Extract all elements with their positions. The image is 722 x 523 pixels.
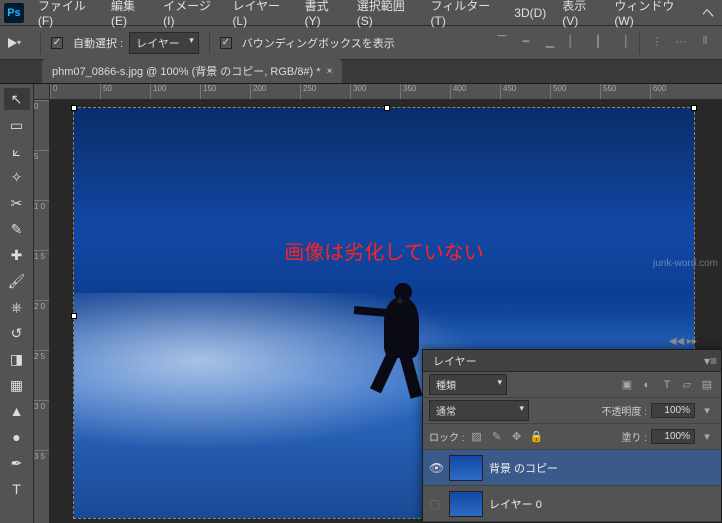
auto-select-label: 自動選択 : bbox=[73, 35, 123, 51]
menu-view[interactable]: 表示(V) bbox=[554, 0, 606, 28]
show-bbox-label: バウンディングボックスを表示 bbox=[242, 35, 395, 51]
menu-image[interactable]: イメージ(I) bbox=[155, 0, 224, 28]
healing-tool[interactable]: ✚ bbox=[4, 244, 30, 266]
menu-select[interactable]: 選択範囲(S) bbox=[349, 0, 423, 28]
menu-bar: Ps ファイル(F) 編集(E) イメージ(I) レイヤー(L) 書式(Y) 選… bbox=[0, 0, 722, 26]
layers-panel-title: レイヤー bbox=[433, 353, 477, 369]
opacity-dropdown-icon[interactable]: ▾ bbox=[699, 403, 715, 419]
menu-layer[interactable]: レイヤー(L) bbox=[224, 0, 296, 28]
type-tool[interactable]: T bbox=[4, 478, 30, 500]
canvas-area: 050100150200250300350400450500550600 051… bbox=[34, 84, 722, 523]
filter-pixel-icon[interactable]: ▣ bbox=[619, 377, 635, 393]
layer-kind-dropdown[interactable]: 種類 bbox=[429, 374, 507, 395]
blur-tool[interactable]: ▲ bbox=[4, 400, 30, 422]
document-tab[interactable]: phm07_0866-s.jpg @ 100% (背景 のコピー, RGB/8#… bbox=[42, 59, 342, 83]
layers-filter-row: 種類 ▣ ◐ T ▱ ▤ bbox=[423, 372, 721, 398]
filter-smart-icon[interactable]: ▤ bbox=[699, 377, 715, 393]
visibility-icon[interactable]: 👁 bbox=[429, 461, 443, 475]
watermark: junk-word.com bbox=[653, 258, 718, 269]
dodge-tool[interactable]: ● bbox=[4, 426, 30, 448]
magic-wand-tool[interactable]: ✧ bbox=[4, 166, 30, 188]
align-top-icon[interactable]: ▔ bbox=[491, 32, 513, 52]
show-bbox-checkbox[interactable] bbox=[220, 37, 232, 49]
ruler-vertical[interactable]: 051 01 52 02 53 03 5 bbox=[34, 100, 50, 523]
move-tool[interactable]: ↖ bbox=[4, 88, 30, 110]
opacity-field[interactable]: 100% bbox=[651, 403, 695, 418]
align-left-icon[interactable]: ▏ bbox=[563, 32, 585, 52]
transform-handle-l[interactable] bbox=[71, 313, 77, 319]
overlay-text: 画像は劣化していない bbox=[284, 236, 483, 265]
layers-panel-tab[interactable]: レイヤー ▾≡ bbox=[423, 350, 721, 372]
eyedropper-tool[interactable]: ✎ bbox=[4, 218, 30, 240]
document-tab-bar: phm07_0866-s.jpg @ 100% (背景 のコピー, RGB/8#… bbox=[0, 60, 722, 84]
align-right-icon[interactable]: ▕ bbox=[611, 32, 633, 52]
main-area: ↖ ▭ ⟀ ✧ ✂ ✎ ✚ 🖌 ⎈ ↺ ◨ ▦ ▲ ● ✒ T 05010015… bbox=[0, 84, 722, 523]
layer-name[interactable]: 背景 のコピー bbox=[489, 460, 558, 476]
filter-shape-icon[interactable]: ▱ bbox=[679, 377, 695, 393]
history-brush-tool[interactable]: ↺ bbox=[4, 322, 30, 344]
close-tab-icon[interactable]: × bbox=[327, 66, 333, 77]
layer-thumbnail[interactable] bbox=[449, 491, 483, 517]
pen-tool[interactable]: ✒ bbox=[4, 452, 30, 474]
fill-label: 塗り : bbox=[621, 429, 647, 444]
marquee-tool[interactable]: ▭ bbox=[4, 114, 30, 136]
layers-blend-row: 通常 不透明度 : 100% ▾ bbox=[423, 398, 721, 424]
transform-handle-t[interactable] bbox=[384, 105, 390, 111]
ruler-horizontal[interactable]: 050100150200250300350400450500550600 bbox=[50, 84, 722, 100]
filter-type-icon[interactable]: T bbox=[659, 377, 675, 393]
align-bottom-icon[interactable]: ▁ bbox=[539, 32, 561, 52]
lasso-tool[interactable]: ⟀ bbox=[4, 140, 30, 162]
auto-select-target[interactable]: レイヤー bbox=[129, 32, 199, 54]
lock-image-icon[interactable]: ✎ bbox=[489, 429, 505, 445]
lock-position-icon[interactable]: ✥ bbox=[509, 429, 525, 445]
lock-label: ロック : bbox=[429, 429, 465, 444]
distribute-h-icon[interactable]: ⋮ bbox=[646, 32, 668, 52]
layer-name[interactable]: レイヤー 0 bbox=[489, 496, 542, 512]
menu-edit[interactable]: 編集(E) bbox=[103, 0, 155, 28]
align-vcenter-icon[interactable]: ━ bbox=[515, 32, 537, 52]
stamp-tool[interactable]: ⎈ bbox=[4, 296, 30, 318]
layer-row[interactable]: ▢ レイヤー 0 bbox=[423, 486, 721, 522]
menu-3d[interactable]: 3D(D) bbox=[506, 6, 554, 20]
gradient-tool[interactable]: ▦ bbox=[4, 374, 30, 396]
panel-collapse-icon[interactable]: ◀◀ ▸▸ bbox=[669, 336, 697, 347]
fill-dropdown-icon[interactable]: ▾ bbox=[699, 429, 715, 445]
layer-row[interactable]: 👁 背景 のコピー bbox=[423, 450, 721, 486]
menu-help[interactable]: ヘ bbox=[694, 4, 722, 21]
menu-filter[interactable]: フィルター(T) bbox=[423, 0, 507, 28]
opacity-label: 不透明度 : bbox=[601, 403, 647, 418]
crop-tool[interactable]: ✂ bbox=[4, 192, 30, 214]
distribute-v-icon[interactable]: ⋯ bbox=[670, 32, 692, 52]
active-tool-icon[interactable]: ▾ bbox=[8, 33, 30, 53]
lock-all-icon[interactable]: 🔒 bbox=[529, 429, 545, 445]
filter-adjust-icon[interactable]: ◐ bbox=[639, 377, 655, 393]
eraser-tool[interactable]: ◨ bbox=[4, 348, 30, 370]
align-group: ▔ ━ ▁ ▏ ┃ ▕ ⋮ ⋯ ⫴ bbox=[491, 32, 716, 54]
blend-mode-dropdown[interactable]: 通常 bbox=[429, 400, 529, 421]
options-bar: ▾ 自動選択 : レイヤー バウンディングボックスを表示 ▔ ━ ▁ ▏ ┃ ▕… bbox=[0, 26, 722, 60]
ruler-corner bbox=[34, 84, 50, 100]
menu-type[interactable]: 書式(Y) bbox=[297, 0, 349, 28]
align-hcenter-icon[interactable]: ┃ bbox=[587, 32, 609, 52]
menu-file[interactable]: ファイル(F) bbox=[30, 0, 103, 28]
menu-window[interactable]: ウィンドウ(W) bbox=[606, 0, 694, 28]
distribute-3-icon[interactable]: ⫴ bbox=[694, 32, 716, 52]
layers-lock-row: ロック : ▨ ✎ ✥ 🔒 塗り : 100% ▾ bbox=[423, 424, 721, 450]
app-logo: Ps bbox=[4, 3, 24, 23]
layers-panel: ◀◀ ▸▸ レイヤー ▾≡ 種類 ▣ ◐ T ▱ ▤ 通常 不透明度 : 100… bbox=[422, 349, 722, 523]
panel-menu-icon[interactable]: ▾≡ bbox=[704, 354, 717, 368]
transform-center-icon[interactable]: ✦ bbox=[394, 293, 406, 310]
transform-handle-tr[interactable] bbox=[691, 105, 697, 111]
tool-palette: ↖ ▭ ⟀ ✧ ✂ ✎ ✚ 🖌 ⎈ ↺ ◨ ▦ ▲ ● ✒ T bbox=[0, 84, 34, 523]
fill-field[interactable]: 100% bbox=[651, 429, 695, 444]
brush-tool[interactable]: 🖌 bbox=[4, 270, 30, 292]
document-tab-title: phm07_0866-s.jpg @ 100% (背景 のコピー, RGB/8#… bbox=[52, 63, 321, 79]
visibility-icon[interactable]: ▢ bbox=[429, 497, 443, 511]
lock-transparent-icon[interactable]: ▨ bbox=[469, 429, 485, 445]
transform-handle-tl[interactable] bbox=[71, 105, 77, 111]
auto-select-checkbox[interactable] bbox=[51, 37, 63, 49]
layer-thumbnail[interactable] bbox=[449, 455, 483, 481]
